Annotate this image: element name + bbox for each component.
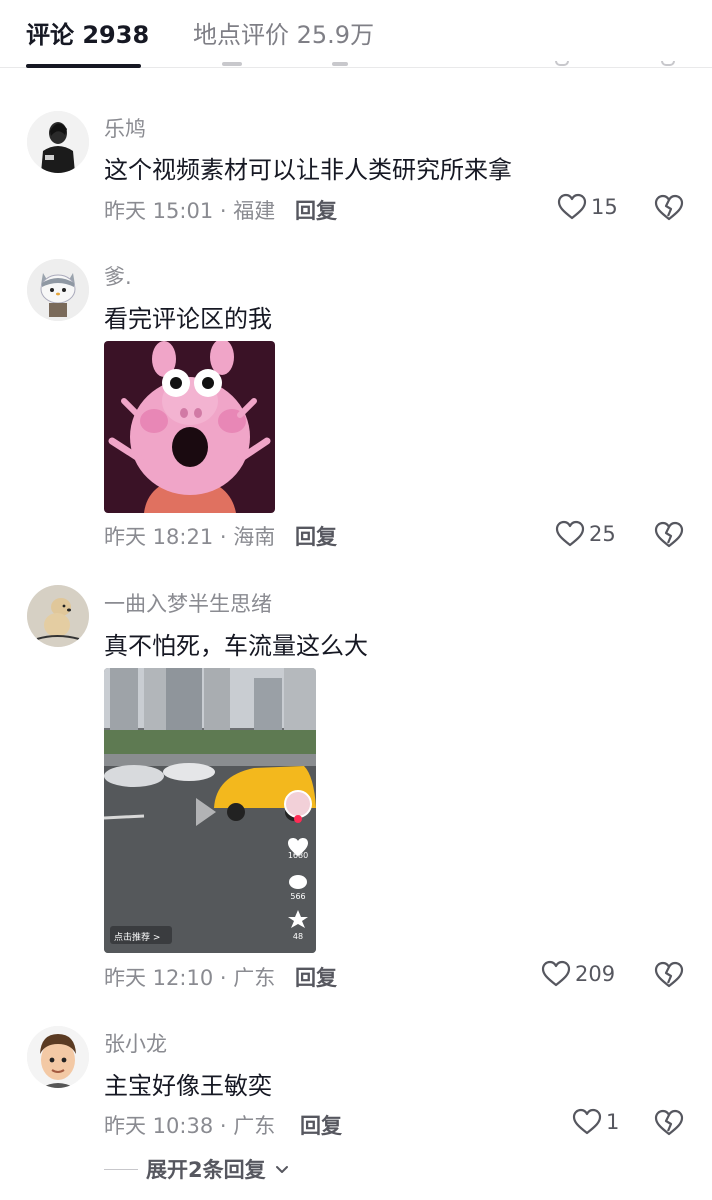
avatar[interactable]: [27, 259, 89, 321]
comment-text: 这个视频素材可以让非人类研究所来拿: [104, 156, 512, 184]
comment-username[interactable]: 乐鸠: [104, 113, 146, 143]
tab-bar: 评论 2938 地点评价 25.9万: [0, 0, 712, 68]
reply-button[interactable]: 回复: [300, 1110, 342, 1140]
like-button[interactable]: 209: [541, 960, 615, 988]
video-thumbnail[interactable]: 1680 566 48 点击推荐 >: [104, 668, 316, 953]
video-recommend-label: 点击推荐 >: [114, 933, 161, 943]
divider: [104, 1168, 138, 1170]
video-heart-count: 1680: [287, 851, 309, 860]
dislike-button[interactable]: [654, 520, 684, 550]
comment-username[interactable]: 爹.: [104, 261, 132, 291]
broken-heart-icon: [654, 194, 684, 221]
comment-text: 看完评论区的我: [104, 305, 272, 333]
dislike-button[interactable]: [654, 1108, 684, 1138]
like-count: 1: [606, 1110, 620, 1134]
comment-text: 主宝好像王敏奕: [104, 1072, 272, 1100]
avatar[interactable]: [27, 1026, 89, 1088]
scrolled-content-fragment: [222, 58, 242, 68]
tab-place-reviews[interactable]: 地点评价 25.9万: [193, 18, 374, 52]
expand-replies-label: 展开2条回复: [146, 1158, 266, 1182]
video-comment-count: 566: [290, 892, 306, 901]
comment-meta: 昨天 12:10 · 广东: [104, 966, 276, 990]
chevron-down-icon: [275, 1166, 288, 1173]
heart-icon: [572, 1108, 602, 1135]
heart-icon: [541, 960, 571, 987]
reply-button[interactable]: 回复: [295, 195, 337, 225]
comment-text: 真不怕死，车流量这么大: [104, 632, 368, 660]
like-button[interactable]: 25: [555, 520, 616, 548]
avatar[interactable]: [27, 111, 89, 173]
avatar[interactable]: [27, 585, 89, 647]
comment-username[interactable]: 一曲入梦半生思绪: [104, 588, 272, 618]
heart-icon: [555, 520, 585, 547]
sticker-image[interactable]: [104, 341, 275, 513]
reply-button[interactable]: 回复: [295, 521, 337, 551]
comment-username[interactable]: 张小龙: [104, 1028, 167, 1058]
broken-heart-icon: [654, 961, 684, 988]
expand-replies-button[interactable]: 展开2条回复: [104, 1154, 290, 1184]
like-button[interactable]: 1: [572, 1108, 619, 1136]
comment-meta: 昨天 10:38 · 广东: [104, 1114, 276, 1138]
broken-heart-icon: [654, 521, 684, 548]
tab-comments[interactable]: 评论 2938: [26, 18, 149, 52]
like-count: 25: [589, 522, 616, 546]
dislike-button[interactable]: [654, 960, 684, 990]
reply-button[interactable]: 回复: [295, 962, 337, 992]
like-count: 209: [575, 962, 616, 986]
scrolled-content-fragment: [661, 58, 681, 68]
comment-meta: 昨天 18:21 · 海南: [104, 525, 276, 549]
scrolled-content-fragment: [555, 58, 575, 68]
like-count: 15: [591, 195, 618, 219]
active-tab-indicator: [26, 64, 141, 68]
comment-meta: 昨天 15:01 · 福建: [104, 199, 276, 223]
dislike-button[interactable]: [654, 193, 684, 223]
video-star-count: 48: [292, 932, 304, 941]
heart-icon: [557, 193, 587, 220]
like-button[interactable]: 15: [557, 193, 618, 221]
scrolled-content-fragment: [332, 58, 352, 68]
broken-heart-icon: [654, 1109, 684, 1136]
